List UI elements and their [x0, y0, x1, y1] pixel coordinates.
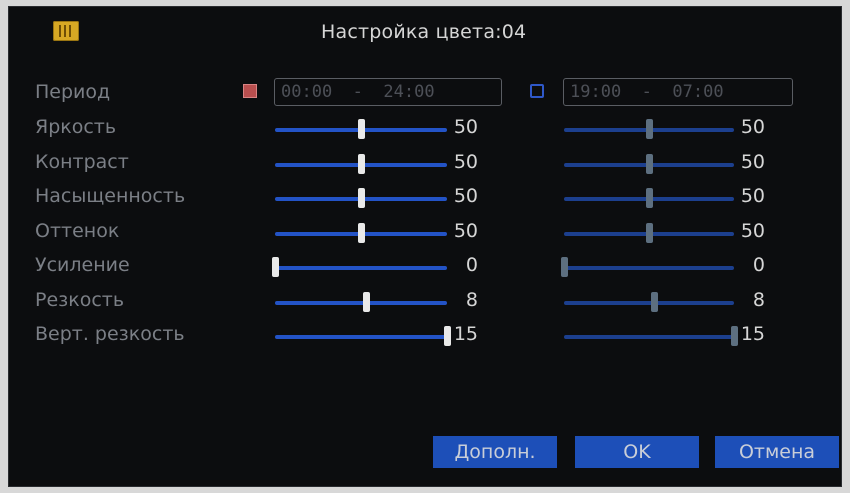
hue-slider-2-handle[interactable] — [646, 222, 653, 243]
contrast-slider-2-handle[interactable] — [646, 153, 653, 174]
brightness-value-2: 50 — [740, 116, 765, 138]
hue-slider-1[interactable] — [275, 222, 447, 243]
gain-value-1: 0 — [465, 254, 478, 276]
gain-slider-1-handle[interactable] — [272, 257, 279, 277]
contrast-slider-2[interactable] — [564, 153, 734, 174]
contrast-slider-1-handle[interactable] — [358, 153, 365, 174]
brightness-slider-1-handle[interactable] — [358, 119, 365, 139]
gain-value-2: 0 — [752, 254, 765, 276]
period1-separator: - — [332, 82, 384, 102]
vert-sharpness-slider-2[interactable] — [564, 326, 738, 346]
hue-label: Оттенок — [35, 219, 120, 242]
sharpness-slider-1[interactable] — [275, 291, 447, 312]
ok-button[interactable]: OK — [575, 436, 699, 468]
hue-value-2: 50 — [740, 219, 765, 242]
gain-slider-2-handle[interactable] — [561, 257, 568, 277]
contrast-value-1: 50 — [453, 150, 478, 173]
sharpness-slider-2-handle[interactable] — [651, 291, 659, 312]
saturation-slider-1[interactable] — [275, 188, 447, 208]
brightness-label: Яркость — [35, 116, 117, 138]
sharpness-slider-1-handle[interactable] — [363, 291, 371, 312]
gain-slider-1[interactable] — [272, 257, 447, 277]
saturation-value-1: 50 — [453, 185, 478, 207]
period2-checkbox[interactable] — [530, 84, 544, 98]
hue-value-1: 50 — [453, 219, 478, 242]
saturation-slider-2[interactable] — [564, 188, 734, 208]
vert-sharpness-slider-1[interactable] — [275, 326, 451, 346]
vert-sharpness-value-2: 15 — [740, 323, 765, 345]
brightness-slider-1[interactable] — [275, 119, 447, 139]
period-label: Период — [35, 81, 111, 103]
brightness-value-1: 50 — [453, 116, 478, 138]
dialog-title: Настройка цвета:04 — [321, 21, 527, 43]
contrast-label: Контраст — [35, 150, 129, 173]
period1-start[interactable]: 00:00 — [281, 82, 332, 102]
color-settings-dialog: Настройка цвета:04 Период 00:00 - 24:00 … — [8, 6, 842, 487]
period1-end[interactable]: 24:00 — [383, 82, 434, 102]
contrast-value-2: 50 — [740, 150, 765, 173]
title-bar: Настройка цвета:04 — [9, 7, 841, 57]
period2-time-range[interactable]: 19:00 - 07:00 — [563, 78, 793, 106]
saturation-value-2: 50 — [740, 185, 765, 207]
menu-icon[interactable] — [53, 21, 79, 41]
gain-label: Усиление — [35, 254, 130, 276]
brightness-slider-2[interactable] — [564, 119, 734, 139]
hue-slider-1-handle[interactable] — [358, 222, 365, 243]
advanced-button[interactable]: Дополн. — [433, 436, 557, 468]
saturation-slider-1-handle[interactable] — [358, 188, 365, 208]
sharpness-value-1: 8 — [465, 288, 478, 311]
vert-sharpness-label: Верт. резкость — [35, 323, 185, 345]
sharpness-value-2: 8 — [752, 288, 765, 311]
brightness-slider-2-handle[interactable] — [646, 119, 653, 139]
period2-start[interactable]: 19:00 — [570, 82, 621, 102]
sharpness-label: Резкость — [35, 288, 125, 311]
period1-checkbox[interactable] — [243, 84, 257, 98]
period1-time-range[interactable]: 00:00 - 24:00 — [274, 78, 502, 106]
contrast-slider-1[interactable] — [275, 153, 447, 174]
saturation-slider-2-handle[interactable] — [646, 188, 653, 208]
gain-slider-2[interactable] — [561, 257, 734, 277]
period2-separator: - — [621, 82, 673, 102]
saturation-label: Насыщенность — [35, 185, 186, 207]
period2-end[interactable]: 07:00 — [672, 82, 723, 102]
cancel-button[interactable]: Отмена — [715, 436, 839, 468]
vert-sharpness-value-1: 15 — [453, 323, 478, 345]
hue-slider-2[interactable] — [564, 222, 734, 243]
sharpness-slider-2[interactable] — [564, 291, 734, 312]
